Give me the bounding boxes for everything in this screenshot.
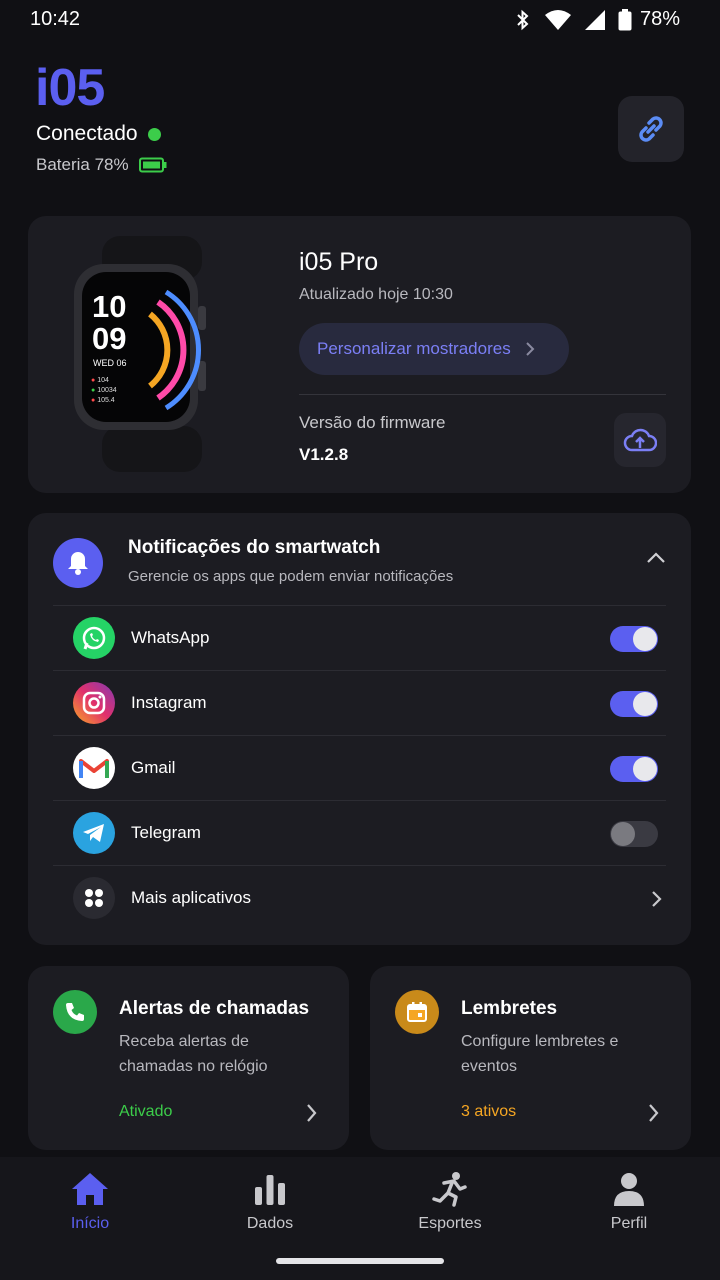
- chevron-up-icon[interactable]: [646, 551, 666, 565]
- nav-data[interactable]: Dados: [210, 1171, 330, 1233]
- battery-icon: [618, 8, 632, 30]
- device-card[interactable]: 10 09 WED 06 ● 104 ● 10034 ● 105.4 i05 P…: [28, 216, 691, 493]
- apps-grid-icon: [73, 877, 115, 919]
- app-row-whatsapp: WhatsApp: [53, 605, 666, 670]
- nav-label: Dados: [246, 1215, 294, 1232]
- notification-bell: [53, 538, 103, 588]
- person-icon: [614, 1173, 644, 1206]
- watch-hour: 10: [92, 289, 127, 324]
- chevron-right-icon: [525, 342, 535, 356]
- status-bar: 10:42 78%: [0, 0, 720, 40]
- app-name: Instagram: [131, 693, 207, 712]
- link-device-button[interactable]: [618, 96, 684, 162]
- telegram-icon: [73, 812, 115, 854]
- nav-profile[interactable]: Perfil: [569, 1171, 689, 1233]
- wifi-icon: [544, 9, 571, 30]
- call-alerts-card[interactable]: Alertas de chamadas Receba alertas de ch…: [28, 966, 349, 1150]
- nav-label: Perfil: [610, 1215, 648, 1232]
- notifications-subtitle: Gerencie os apps que podem enviar notifi…: [128, 568, 454, 585]
- firmware-version: V1.2.8: [299, 445, 349, 464]
- feature-status: 3 ativos: [461, 1103, 517, 1120]
- watch-stats: ● 104 ● 10034 ● 105.4: [91, 377, 117, 404]
- feature-description: Receba alertas de chamadas no relógio: [119, 1033, 268, 1075]
- bell-icon: [68, 552, 88, 575]
- notifications-card: Notificações do smartwatch Gerencie os a…: [28, 513, 691, 945]
- connected-dot-icon: [147, 127, 161, 141]
- reminders-card[interactable]: Lembretes Configure lembretes e eventos …: [370, 966, 691, 1150]
- status-time: 10:42: [30, 8, 81, 30]
- home-icon: [72, 1173, 108, 1205]
- whatsapp-icon: [73, 617, 115, 659]
- connection-text: Conectado: [36, 122, 138, 145]
- device-battery: Bateria 78%: [36, 155, 167, 175]
- instagram-toggle[interactable]: [610, 691, 658, 717]
- divider: [299, 394, 666, 395]
- telegram-toggle[interactable]: [610, 821, 658, 847]
- app-name: Gmail: [131, 758, 176, 777]
- customize-watchfaces-button[interactable]: Personalizar mostradores: [299, 323, 569, 375]
- status-icons: 78%: [514, 8, 680, 31]
- chevron-right-icon: [649, 1104, 659, 1122]
- home-indicator[interactable]: [276, 1258, 444, 1264]
- whatsapp-toggle[interactable]: [610, 626, 658, 652]
- firmware-label: Versão do firmware: [299, 413, 446, 432]
- chevron-right-icon: [307, 1104, 317, 1122]
- running-icon: [432, 1172, 467, 1207]
- device-updated-text: Atualizado hoje 10:30: [299, 286, 453, 303]
- nav-label: Esportes: [418, 1215, 482, 1232]
- gmail-icon: [73, 747, 115, 789]
- connection-status: Conectado: [36, 122, 161, 146]
- device-battery-text: Bateria 78%: [36, 155, 129, 174]
- feature-description: Configure lembretes e eventos: [461, 1033, 619, 1075]
- app-row-instagram: Instagram: [53, 670, 666, 735]
- link-icon: [639, 116, 663, 142]
- nav-sports[interactable]: Esportes: [390, 1171, 510, 1233]
- app-row-telegram: Telegram: [53, 800, 666, 865]
- app-row-gmail: Gmail: [53, 735, 666, 800]
- app-name: WhatsApp: [131, 628, 210, 647]
- device-name: i05 Pro: [299, 248, 379, 276]
- cloud-upload-icon: [623, 428, 657, 452]
- more-apps-row[interactable]: Mais aplicativos: [53, 865, 666, 930]
- notifications-title: Notificações do smartwatch: [128, 537, 381, 558]
- gmail-toggle[interactable]: [610, 756, 658, 782]
- watch-date: WED 06: [93, 358, 127, 368]
- signal-icon: [584, 9, 605, 30]
- customize-watchfaces-label: Personalizar mostradores: [317, 339, 511, 358]
- chevron-right-icon: [652, 891, 662, 907]
- app-name: Telegram: [131, 823, 201, 842]
- status-battery-text: 78%: [639, 8, 680, 30]
- firmware-update-button[interactable]: [614, 413, 666, 467]
- instagram-icon: [73, 682, 115, 724]
- bluetooth-icon: [517, 9, 529, 30]
- feature-title: Lembretes: [461, 998, 558, 1019]
- nav-label: Início: [70, 1215, 110, 1232]
- nav-home[interactable]: Início: [30, 1171, 150, 1233]
- bar-chart-icon: [255, 1175, 285, 1205]
- phone-icon: [53, 990, 97, 1034]
- more-apps-label: Mais aplicativos: [131, 888, 251, 907]
- feature-status: Ativado: [119, 1103, 173, 1120]
- device-brand-title: i05: [35, 59, 105, 117]
- calendar-icon: [395, 990, 439, 1034]
- battery-charge-icon: [138, 157, 167, 173]
- feature-title: Alertas de chamadas: [119, 998, 310, 1019]
- watch-minute: 09: [92, 321, 127, 356]
